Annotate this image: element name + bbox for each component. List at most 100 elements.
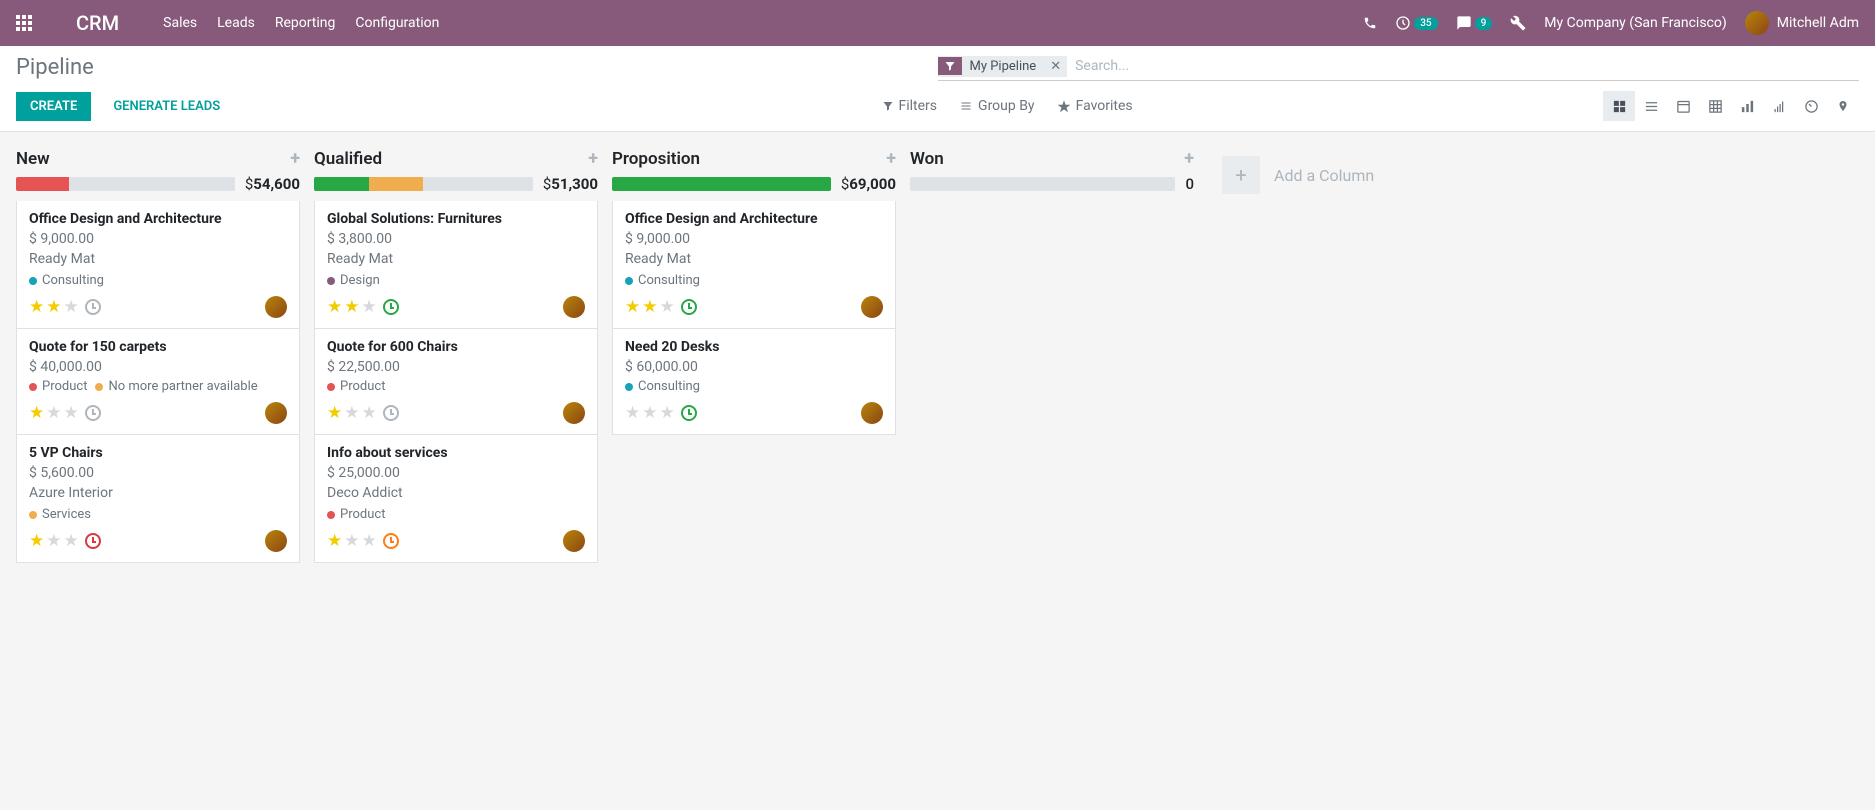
priority-star[interactable]: ★	[362, 297, 377, 317]
card-avatar[interactable]	[861, 402, 883, 424]
view-calendar[interactable]	[1667, 91, 1699, 121]
company-selector[interactable]: My Company (San Francisco)	[1544, 15, 1726, 31]
column-progress[interactable]	[314, 177, 533, 191]
card-avatar[interactable]	[563, 530, 585, 552]
column-progress[interactable]	[612, 177, 831, 191]
priority-star[interactable]: ★	[64, 531, 79, 551]
add-column[interactable]: + Add a Column	[1208, 142, 1388, 208]
priority-star[interactable]: ★	[46, 297, 61, 317]
view-kanban[interactable]	[1603, 91, 1635, 121]
groupby-toggle[interactable]: Group By	[959, 98, 1035, 114]
search-input[interactable]	[1067, 54, 1859, 78]
activity-clock-icon[interactable]	[85, 533, 101, 549]
priority-star[interactable]: ★	[625, 403, 640, 423]
filters-toggle[interactable]: Filters	[882, 98, 938, 114]
column-progress[interactable]	[16, 177, 235, 191]
search-area[interactable]: My Pipeline ✕	[938, 54, 1860, 81]
card-title: Info about services	[327, 445, 585, 461]
kanban-card[interactable]: Office Design and Architecture $ 9,000.0…	[16, 201, 300, 329]
view-dashboard[interactable]	[1795, 91, 1827, 121]
kanban-board: New + $54,600 Office Design and Architec…	[0, 132, 1875, 573]
priority-star[interactable]: ★	[29, 297, 44, 317]
priority-star[interactable]: ★	[344, 403, 359, 423]
kanban-card[interactable]: 5 VP Chairs $ 5,600.00 Azure Interior Se…	[16, 435, 300, 563]
activity-icon[interactable]: 35	[1395, 15, 1437, 31]
card-avatar[interactable]	[265, 296, 287, 318]
priority-star[interactable]: ★	[327, 531, 342, 551]
view-pivot[interactable]	[1699, 91, 1731, 121]
priority-star[interactable]: ★	[625, 297, 640, 317]
filter-chip-close[interactable]: ✕	[1044, 56, 1067, 77]
view-graph[interactable]	[1731, 91, 1763, 121]
nav-configuration[interactable]: Configuration	[355, 15, 439, 31]
column-add-icon[interactable]: +	[588, 148, 598, 169]
activity-clock-icon[interactable]	[85, 299, 101, 315]
priority-star[interactable]: ★	[660, 403, 675, 423]
user-name[interactable]: Mitchell Adm	[1777, 15, 1859, 31]
activity-clock-icon[interactable]	[85, 405, 101, 421]
kanban-card[interactable]: Need 20 Desks $ 60,000.00 Consulting ★★★	[612, 329, 896, 435]
favorites-toggle[interactable]: Favorites	[1057, 98, 1133, 114]
card-priority: ★★★	[327, 297, 399, 317]
priority-star[interactable]: ★	[46, 531, 61, 551]
nav-leads[interactable]: Leads	[217, 15, 255, 31]
kanban-card[interactable]: Info about services $ 25,000.00 Deco Add…	[314, 435, 598, 563]
column-add-icon[interactable]: +	[1184, 148, 1194, 169]
activity-clock-icon[interactable]	[681, 405, 697, 421]
user-avatar[interactable]	[1745, 11, 1769, 35]
view-list[interactable]	[1635, 91, 1667, 121]
card-avatar[interactable]	[563, 296, 585, 318]
card-priority: ★★★	[625, 403, 697, 423]
activity-clock-icon[interactable]	[383, 299, 399, 315]
funnel-icon	[882, 100, 894, 112]
view-map[interactable]	[1827, 91, 1859, 121]
card-avatar[interactable]	[861, 296, 883, 318]
priority-star[interactable]: ★	[64, 403, 79, 423]
priority-star[interactable]: ★	[344, 531, 359, 551]
card-avatar[interactable]	[265, 402, 287, 424]
activity-clock-icon[interactable]	[383, 405, 399, 421]
column-title[interactable]: New	[16, 149, 50, 169]
priority-star[interactable]: ★	[362, 403, 377, 423]
priority-star[interactable]: ★	[29, 403, 44, 423]
column-total: 0	[1185, 175, 1194, 193]
priority-star[interactable]: ★	[642, 297, 657, 317]
kanban-card[interactable]: Global Solutions: Furnitures $ 3,800.00 …	[314, 201, 598, 329]
column-add-icon[interactable]: +	[886, 148, 896, 169]
nav-reporting[interactable]: Reporting	[275, 15, 336, 31]
create-button[interactable]: CREATE	[16, 92, 91, 121]
column-add-icon[interactable]: +	[290, 148, 300, 169]
priority-star[interactable]: ★	[362, 531, 377, 551]
priority-star[interactable]: ★	[64, 297, 79, 317]
generate-leads-button[interactable]: GENERATE LEADS	[99, 92, 234, 121]
activity-clock-icon[interactable]	[681, 299, 697, 315]
priority-star[interactable]: ★	[327, 297, 342, 317]
priority-star[interactable]: ★	[327, 403, 342, 423]
priority-star[interactable]: ★	[29, 531, 44, 551]
column-progress[interactable]	[910, 177, 1175, 191]
card-title: Quote for 150 carpets	[29, 339, 287, 355]
column-title[interactable]: Qualified	[314, 149, 382, 169]
priority-star[interactable]: ★	[642, 403, 657, 423]
column-title[interactable]: Proposition	[612, 149, 700, 169]
nav-sales[interactable]: Sales	[163, 15, 197, 31]
activity-clock-icon[interactable]	[383, 533, 399, 549]
priority-star[interactable]: ★	[46, 403, 61, 423]
apps-icon[interactable]	[16, 15, 32, 31]
column-total: $51,300	[543, 175, 598, 193]
kanban-card[interactable]: Quote for 150 carpets $ 40,000.00 Produc…	[16, 329, 300, 435]
view-cohort[interactable]	[1763, 91, 1795, 121]
kanban-card[interactable]: Office Design and Architecture $ 9,000.0…	[612, 201, 896, 329]
column-title[interactable]: Won	[910, 149, 944, 169]
card-priority: ★★★	[327, 403, 399, 423]
debug-icon[interactable]	[1510, 15, 1526, 31]
card-avatar[interactable]	[265, 530, 287, 552]
top-navbar: CRM Sales Leads Reporting Configuration …	[0, 0, 1875, 46]
phone-icon[interactable]	[1363, 16, 1377, 30]
kanban-card[interactable]: Quote for 600 Chairs $ 22,500.00 Product…	[314, 329, 598, 435]
messages-icon[interactable]: 9	[1456, 15, 1493, 31]
priority-star[interactable]: ★	[344, 297, 359, 317]
app-brand[interactable]: CRM	[76, 11, 119, 35]
priority-star[interactable]: ★	[660, 297, 675, 317]
card-avatar[interactable]	[563, 402, 585, 424]
